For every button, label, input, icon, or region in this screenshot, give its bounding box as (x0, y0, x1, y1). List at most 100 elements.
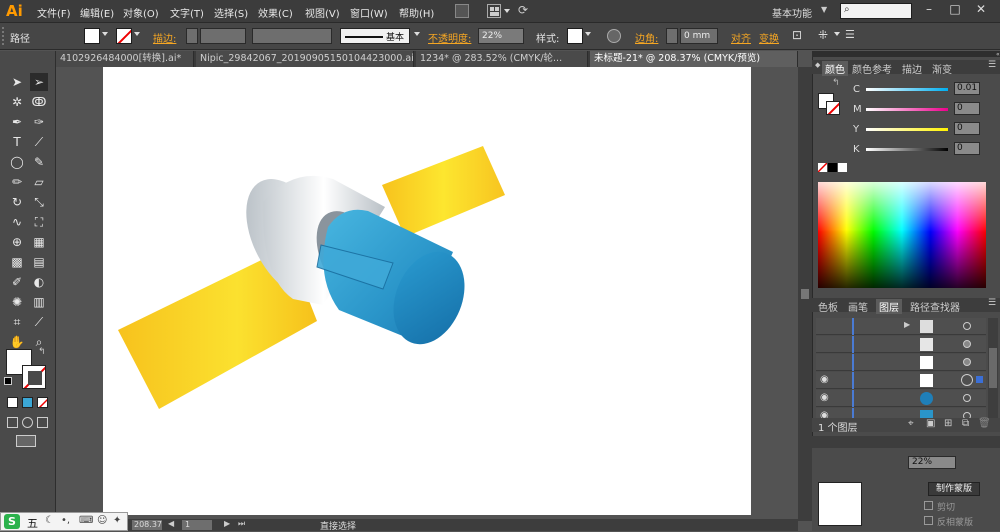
paintbrush-icon[interactable]: ✎ (30, 153, 48, 171)
cyan-slider[interactable] (866, 88, 948, 91)
layer-row[interactable]: ◉ (816, 372, 986, 389)
direct-selection-tool-icon[interactable]: ➢ (30, 73, 48, 91)
artboard[interactable] (103, 67, 751, 515)
menu-help[interactable]: 帮助(H) (399, 5, 434, 20)
opacity-label[interactable]: 不透明度: (428, 30, 471, 45)
draw-inside-icon[interactable] (37, 417, 48, 428)
menu-select[interactable]: 选择(S) (214, 5, 248, 20)
isolate-object-icon[interactable]: ⊡ (792, 28, 808, 44)
bridge-icon[interactable] (455, 4, 469, 18)
keyboard-icon[interactable]: ⌨ (79, 515, 93, 526)
free-transform-icon[interactable]: ⛶ (30, 213, 48, 231)
eyedropper-icon[interactable]: ✐ (8, 273, 26, 291)
arrange-documents-icon[interactable] (487, 4, 501, 18)
color-spectrum[interactable] (818, 182, 986, 288)
menu-object[interactable]: 对象(O) (123, 5, 159, 20)
black-swatch[interactable] (828, 163, 837, 172)
gradient-mode-icon[interactable] (22, 397, 33, 408)
expand-triangle-icon[interactable]: ▶ (904, 320, 910, 329)
corner-label[interactable]: 边角: (635, 30, 658, 45)
workspace-switcher[interactable]: 基本功能 (772, 5, 812, 20)
target-icon[interactable] (963, 394, 971, 402)
menu-type[interactable]: 文字(T) (170, 5, 204, 20)
perspective-grid-icon[interactable]: ▦ (30, 233, 48, 251)
locate-object-icon[interactable]: ⌖ (908, 418, 914, 429)
type-tool-icon[interactable]: T (8, 133, 26, 151)
chevron-down-icon[interactable] (134, 32, 140, 36)
tab-document-active[interactable]: 未标题-21* @ 208.37% (CMYK/预览) (590, 51, 798, 67)
layer-row[interactable]: ◉ (816, 390, 986, 407)
scroll-thumb[interactable] (801, 289, 809, 299)
pencil-icon[interactable]: ✏ (8, 173, 26, 191)
clip-checkbox[interactable] (924, 501, 933, 510)
panel-menu-icon[interactable]: ☰ (988, 298, 996, 308)
layer-row[interactable]: ▶ (816, 318, 986, 335)
rotate-tool-icon[interactable]: ↻ (8, 193, 26, 211)
align-link[interactable]: 对齐 (731, 30, 751, 45)
cyan-value[interactable]: 0.01 (954, 82, 980, 95)
opacity-field[interactable]: 22% (478, 28, 524, 44)
target-icon[interactable] (963, 340, 971, 348)
tab-document-3[interactable]: 1234* @ 283.52% (CMYK/轮... (416, 51, 588, 67)
layer-row[interactable] (816, 354, 986, 371)
menu-edit[interactable]: 编辑(E) (80, 5, 114, 20)
stroke-weight-field[interactable] (200, 28, 246, 44)
panel-menu-icon[interactable]: ☰ (845, 28, 861, 44)
mesh-tool-icon[interactable]: ▩ (8, 253, 26, 271)
lasso-icon[interactable]: ↂ (30, 93, 48, 111)
clipping-mask-icon[interactable]: ▣ (926, 418, 935, 429)
corner-field[interactable]: 0 mm (680, 28, 718, 44)
settings-icon[interactable]: ✦ (113, 515, 121, 526)
graphic-style-swatch[interactable] (567, 28, 583, 44)
new-layer-icon[interactable]: ⧉ (962, 418, 969, 429)
stroke-label[interactable]: 描边: (153, 30, 176, 45)
recolor-artwork-icon[interactable] (607, 29, 621, 43)
tab-stroke[interactable]: 描边 (902, 61, 922, 76)
panel-menu-icon[interactable]: ☰ (988, 60, 996, 70)
eraser-icon[interactable]: ▱ (30, 173, 48, 191)
layers-scrollbar[interactable] (988, 318, 998, 426)
selection-tool-icon[interactable]: ➤ (8, 73, 26, 91)
magenta-slider[interactable] (866, 108, 948, 111)
transparency-opacity-field[interactable]: 22% (908, 456, 956, 469)
panel-collapse-icon[interactable]: ◆ (815, 61, 820, 69)
draw-normal-icon[interactable] (7, 417, 18, 428)
transform-link[interactable]: 变换 (759, 30, 779, 45)
yellow-slider[interactable] (866, 128, 948, 131)
black-value[interactable]: 0 (954, 142, 980, 155)
eye-icon[interactable]: ◉ (820, 392, 829, 403)
symbol-sprayer-icon[interactable]: ✺ (8, 293, 26, 311)
make-mask-button[interactable]: 制作蒙版 (928, 482, 980, 496)
gradient-tool-icon[interactable]: ▤ (30, 253, 48, 271)
ime-logo-icon[interactable]: S (4, 514, 20, 529)
yellow-value[interactable]: 0 (954, 122, 980, 135)
menu-file[interactable]: 文件(F) (37, 5, 71, 20)
target-icon[interactable] (961, 374, 973, 386)
magenta-value[interactable]: 0 (954, 102, 980, 115)
vertical-scrollbar[interactable] (798, 67, 812, 521)
line-tool-icon[interactable]: ⟋ (30, 133, 48, 151)
blend-tool-icon[interactable]: ◐ (30, 273, 48, 291)
swap-colors-icon[interactable]: ↰ (38, 347, 46, 357)
chevron-down-icon[interactable]: ▼ (821, 5, 827, 14)
menu-view[interactable]: 视图(V) (305, 5, 340, 20)
screen-mode-icon[interactable] (16, 435, 36, 447)
collapse-icon[interactable]: « (996, 51, 1000, 58)
close-button[interactable]: ✕ (970, 2, 992, 20)
tab-brushes[interactable]: 画笔 (848, 299, 868, 314)
variable-width-profile[interactable] (252, 28, 332, 44)
chevron-down-icon[interactable] (102, 32, 108, 36)
layer-row[interactable] (816, 336, 986, 353)
ime-mode[interactable]: 五 (27, 515, 38, 531)
stroke-swatch[interactable] (116, 28, 132, 44)
solar-panel-right[interactable] (382, 146, 505, 237)
gpu-performance-icon[interactable]: ⟳ (518, 3, 534, 19)
none-mode-icon[interactable] (37, 397, 48, 408)
ellipse-tool-icon[interactable]: ◯ (8, 153, 26, 171)
stroke-weight-stepper[interactable] (186, 28, 198, 44)
chevron-down-icon[interactable] (504, 9, 510, 13)
scale-tool-icon[interactable]: ⤡ (30, 193, 48, 211)
tab-color-guide[interactable]: 颜色参考 (852, 61, 892, 76)
fill-swatch[interactable] (84, 28, 100, 44)
corner-stepper[interactable] (666, 28, 678, 44)
